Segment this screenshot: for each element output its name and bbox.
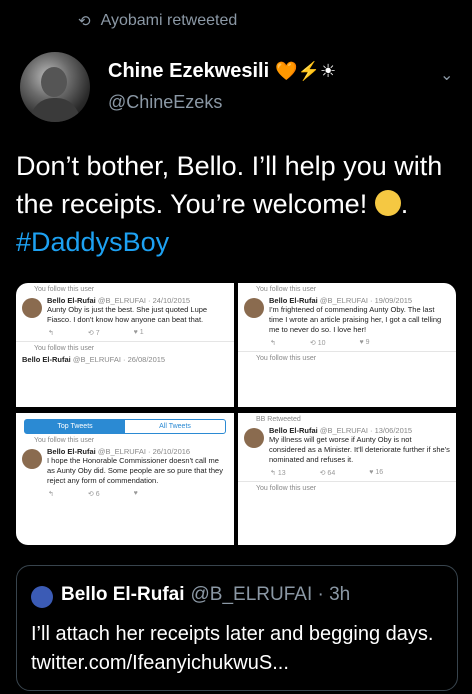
tab-top-tweets: Top Tweets <box>25 420 125 433</box>
mini-avatar <box>22 298 42 318</box>
mini-retweet-count: ⟲ 7 <box>87 330 100 337</box>
reply-icon: ↰ <box>270 340 276 347</box>
mini-retweet-count: ⟲ 64 <box>319 470 336 477</box>
author-handle[interactable]: @ChineEzeks <box>108 92 222 113</box>
mini-avatar <box>244 298 264 318</box>
mini-name: Bello El-Rufai <box>22 355 71 364</box>
mini-body: My illness will get worse if Aunty Oby i… <box>269 435 450 464</box>
mini-like-count: ♥ 9 <box>359 339 370 346</box>
quote-author-name: Bello El-Rufai <box>61 584 185 605</box>
mini-retweet-count: ⟲ 10 <box>309 340 326 347</box>
author-name[interactable]: Chine Ezekwesili <box>108 60 269 83</box>
hugging-face-emoji-icon <box>374 190 401 216</box>
mini-like-count: ♥ 16 <box>369 469 384 476</box>
hashtag-link[interactable]: #DaddysBoy <box>16 227 169 257</box>
media-image-4[interactable]: BB Retweeted Bello El-Rufai @B_ELRUFAI ·… <box>238 413 456 545</box>
mini-body: I'm frightened of commending Aunty Oby. … <box>269 305 442 334</box>
mini-body: I hope the Honorable Commissioner doesn'… <box>47 456 223 485</box>
follow-note: You follow this user <box>256 286 317 293</box>
tweet-tabs: Top Tweets All Tweets <box>24 419 226 434</box>
mini-like-count: ♥ 1 <box>133 329 144 336</box>
mini-actions: ↰ ⟲ 7 ♥ 1 <box>16 325 234 337</box>
tweet-text-separator: . <box>400 189 409 219</box>
mini-name: Bello El-Rufai <box>47 296 96 305</box>
mini-actions: ↰ ⟲ 6 ♥ <box>16 486 234 498</box>
quote-text: I’ll attach her receipts later and beggi… <box>31 623 434 674</box>
mini-avatar <box>244 428 264 448</box>
mini-handle-date: @B_ELRUFAI · 19/09/2015 <box>319 296 413 305</box>
mini-handle-date: @B_ELRUFAI · 13/06/2015 <box>319 426 413 435</box>
mini-name: Bello El-Rufai <box>269 296 318 305</box>
follow-note: You follow this user <box>256 355 317 362</box>
reply-icon: ↰ <box>48 330 54 337</box>
mini-reply-count: ↰ 13 <box>270 470 286 477</box>
mini-body: Aunty Oby is just the best. She just quo… <box>47 305 208 324</box>
follow-note: You follow this user <box>34 286 95 293</box>
mini-avatar <box>22 449 42 469</box>
follow-note: You follow this user <box>34 437 95 444</box>
quote-header: Bello El-Rufai @B_ELRUFAI · 3h <box>61 584 350 606</box>
mini-actions: ↰ 13 ⟲ 64 ♥ 16 <box>238 465 456 477</box>
follow-note: You follow this user <box>34 345 95 352</box>
tab-all-tweets: All Tweets <box>159 423 191 430</box>
media-image-1[interactable]: You follow this user Bello El-Rufai @B_E… <box>16 283 234 407</box>
mini-name: Bello El-Rufai <box>269 426 318 435</box>
quote-handle-time: @B_ELRUFAI · 3h <box>190 584 351 605</box>
like-icon: ♥ <box>133 490 138 497</box>
retweet-icon: ⟲ <box>78 13 91 30</box>
media-image-3[interactable]: Top Tweets All Tweets You follow this us… <box>16 413 234 545</box>
retweeted-note: BB Retweeted <box>256 416 301 423</box>
avatar-image <box>28 67 82 122</box>
media-grid[interactable]: You follow this user Bello El-Rufai @B_E… <box>16 283 456 545</box>
quoted-tweet[interactable]: Bello El-Rufai @B_ELRUFAI · 3h I’ll atta… <box>16 565 458 691</box>
media-image-2[interactable]: You follow this user Bello El-Rufai @B_E… <box>238 283 456 407</box>
retweet-label: Ayobami retweeted <box>100 12 238 29</box>
quote-avatar <box>31 586 53 608</box>
avatar[interactable] <box>20 52 90 122</box>
tweet-text: Don’t bother, Bello. I’ll help you with … <box>16 147 456 261</box>
retweet-indicator: ⟲ Ayobami retweeted <box>78 12 237 30</box>
mini-actions: ↰ ⟲ 10 ♥ 9 <box>238 335 456 347</box>
name-emojis: 🧡⚡☀ <box>275 61 337 81</box>
mini-handle-date: @B_ELRUFAI · 24/10/2015 <box>97 296 191 305</box>
reply-icon: ↰ <box>48 491 54 498</box>
chevron-down-icon[interactable]: ⌄ <box>440 65 453 85</box>
author-name-row: Chine Ezekwesili 🧡⚡☀ <box>108 60 336 83</box>
mini-retweet-count: ⟲ 6 <box>87 491 100 498</box>
follow-note: You follow this user <box>256 485 317 492</box>
mini-name: Bello El-Rufai <box>47 447 96 456</box>
mini-handle-date: @B_ELRUFAI · 26/08/2015 <box>72 355 166 364</box>
mini-handle-date: @B_ELRUFAI · 26/10/2016 <box>97 447 191 456</box>
